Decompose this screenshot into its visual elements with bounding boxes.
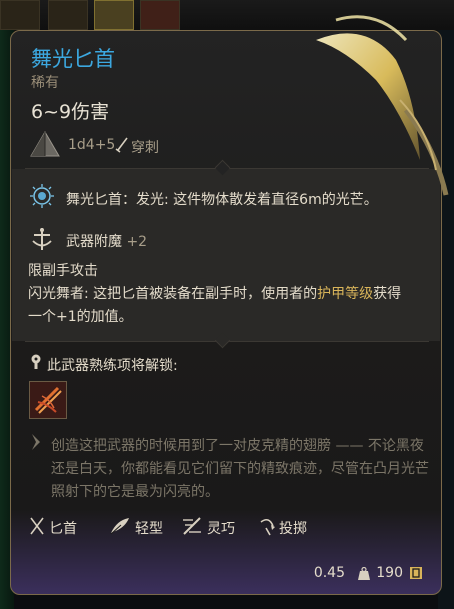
piercing-icon (115, 137, 128, 153)
enchantment-label: 武器附魔 (66, 234, 122, 250)
damage-dice: 1d4+5 (68, 137, 116, 153)
property-label: 投掷 (279, 521, 307, 537)
unlock-icon (31, 354, 41, 369)
property-label: 灵巧 (207, 521, 235, 537)
inventory-slot[interactable] (94, 0, 134, 30)
item-name: 舞光匕首 (31, 47, 115, 71)
item-weight: 0.45 (313, 565, 345, 581)
d4-dice-icon (30, 131, 60, 157)
divider (25, 427, 429, 428)
proficiency-title: 此武器熟练项将解锁: (47, 358, 178, 374)
inventory-slot[interactable] (48, 0, 88, 30)
property-label: 轻型 (135, 521, 163, 537)
property-label: 匕首 (49, 521, 77, 537)
offhand-only-text: 限副手攻击 (28, 263, 98, 279)
dagger-icon (30, 517, 44, 535)
weight-icon (358, 567, 370, 580)
flavor-text: 创造这把武器的时候用到了一对皮克精的翅膀 —— 不论黑夜还是白天，你都能看见它们… (51, 438, 429, 500)
enchantment-value: +2 (126, 234, 148, 250)
passive-description: 闪光舞者: 这把匕首被装备在副手时，使用者的护甲等级获得一个+1的加值。 (28, 283, 408, 329)
gold-coin-icon (410, 567, 422, 579)
quill-icon (32, 434, 40, 450)
passive-text-a: : 这把匕首被装备在副手时，使用者的 (84, 286, 318, 302)
item-price: 190 (376, 565, 403, 581)
slash-action-icon (30, 382, 66, 418)
inventory-slot[interactable] (140, 0, 180, 30)
passive-name: 闪光舞者 (28, 286, 84, 302)
dagger-item-art (316, 15, 449, 196)
damage-type: 穿刺 (131, 140, 159, 156)
finesse-icon (183, 517, 201, 535)
feather-icon (110, 518, 129, 535)
armour-class-keyword[interactable]: 护甲等级 (317, 286, 373, 302)
light-spell-icon[interactable] (29, 183, 55, 209)
item-rarity: 稀有 (31, 75, 59, 91)
weapon-action-slot[interactable] (29, 381, 67, 419)
enchantment-line: 武器附魔 +2 (66, 231, 147, 251)
item-damage: 6~9伤害 (31, 101, 110, 123)
weapon-enchantment-icon[interactable] (29, 226, 55, 252)
throw-icon (260, 518, 275, 536)
inventory-slot[interactable] (0, 0, 40, 30)
